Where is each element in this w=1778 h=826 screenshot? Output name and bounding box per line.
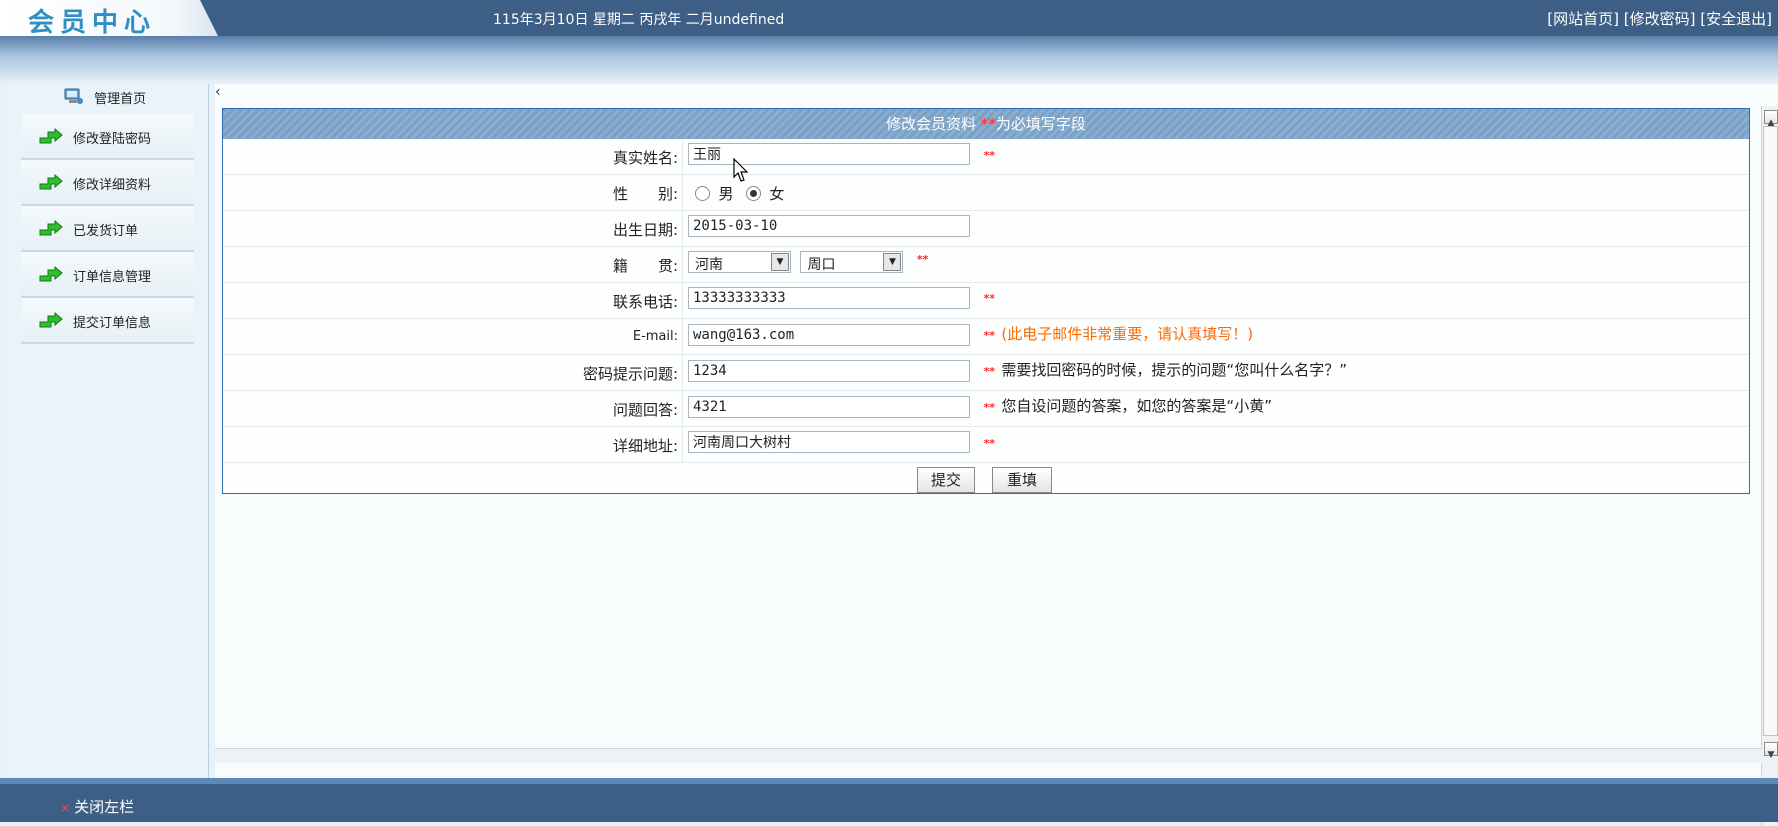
sidebar-item-label: 修改登陆密码	[73, 132, 152, 147]
site-home-link[interactable]: [网站首页]	[1547, 10, 1619, 28]
scrollbar-thumb[interactable]	[1763, 126, 1778, 736]
name-input[interactable]	[688, 143, 970, 165]
email-label: E-mail:	[632, 329, 678, 344]
city-value: 周口	[807, 257, 836, 273]
main-frame: ‹ 修改会员资料 **为必填写字段 真实姓名: ** 性 别: 男 女	[215, 84, 1778, 826]
computer-icon	[64, 88, 83, 104]
answer-hint: 您自设问题的答案，如您的答案是“小黄”	[1001, 397, 1272, 415]
bottom-bar: × 关闭左栏	[0, 778, 1778, 822]
close-sidebar-button[interactable]: × 关闭左栏	[60, 796, 134, 817]
question-hint: 需要找回密码的时候，提示的问题“您叫什么名字？”	[1001, 361, 1347, 379]
sidebar-item-submit-order[interactable]: 提交订单信息	[21, 298, 194, 344]
required-text: 为必填写字段	[995, 115, 1086, 133]
gender-option-male: 男	[718, 185, 734, 203]
question-label: 密码提示问题:	[582, 365, 678, 383]
sidebar-item-label: 已发货订单	[73, 224, 139, 239]
required-star: **	[983, 328, 995, 342]
mouse-cursor-icon	[733, 158, 749, 182]
form-row-origin: 籍 贯: 河南 ▼ 周口 ▼ **	[223, 247, 1749, 283]
province-value: 河南	[695, 257, 723, 273]
sidebar-item-label: 订单信息管理	[73, 270, 152, 285]
green-arrow-icon	[39, 312, 63, 328]
horizontal-scrollbar[interactable]	[215, 748, 1762, 763]
green-arrow-icon	[39, 128, 63, 144]
chevron-down-icon[interactable]: ▼	[883, 253, 902, 271]
required-star: **	[983, 364, 995, 378]
address-label: 详细地址:	[612, 437, 678, 455]
sidebar-item-shipped-orders[interactable]: 已发货订单	[21, 206, 194, 252]
sidebar: 管理首页 修改登陆密码 修改详细资料 已发货订单 订单信息管理 提交订单信息	[8, 84, 209, 778]
form-row-question: 密码提示问题: ** 需要找回密码的时候，提示的问题“您叫什么名字？”	[223, 355, 1749, 391]
scroll-down-icon[interactable]: ▼	[1764, 742, 1778, 760]
answer-input[interactable]	[688, 396, 970, 418]
required-star: **	[983, 436, 995, 450]
admin-home-link[interactable]: 管理首页	[64, 88, 146, 107]
chevron-down-icon[interactable]: ▼	[771, 253, 789, 271]
form-row-gender: 性 别: 男 女	[223, 175, 1749, 211]
sidebar-item-change-login-password[interactable]: 修改登陆密码	[21, 114, 194, 160]
required-mark: **	[980, 115, 996, 133]
scroll-up-icon[interactable]: ▲	[1764, 110, 1778, 128]
edit-member-form: 修改会员资料 **为必填写字段 真实姓名: ** 性 别: 男 女 出生日期:	[222, 108, 1750, 494]
sidebar-menu: 修改登陆密码 修改详细资料 已发货订单 订单信息管理 提交订单信息	[21, 114, 194, 344]
top-bar: 会员中心 115年3月10日 星期二 丙戌年 二月undefined [网站首页…	[0, 0, 1778, 36]
province-select[interactable]: 河南 ▼	[688, 251, 791, 273]
phone-label: 联系电话:	[612, 293, 678, 311]
city-select[interactable]: 周口 ▼	[800, 251, 904, 273]
email-hint: (此电子邮件非常重要，请认真填写！)	[1001, 325, 1254, 343]
reset-button[interactable]: 重填	[992, 467, 1052, 493]
top-links: [网站首页] [修改密码] [安全退出]	[1547, 8, 1772, 29]
form-actions: 提交 重填	[223, 463, 1749, 498]
form-row-name: 真实姓名: **	[223, 139, 1749, 175]
collapse-arrow-icon[interactable]: ‹	[215, 84, 221, 100]
change-password-link[interactable]: [修改密码]	[1624, 10, 1696, 28]
sidebar-item-label: 提交订单信息	[73, 316, 152, 331]
date-display: 115年3月10日 星期二 丙戌年 二月undefined	[493, 12, 785, 28]
required-star: **	[916, 252, 929, 266]
origin-label: 籍 贯:	[612, 257, 678, 275]
form-header: 修改会员资料 **为必填写字段	[223, 109, 1749, 139]
address-input[interactable]	[688, 431, 970, 453]
form-row-email: E-mail: ** (此电子邮件非常重要，请认真填写！)	[223, 319, 1749, 355]
submit-button[interactable]: 提交	[917, 467, 975, 493]
logo-area: 会员中心	[0, 0, 218, 36]
name-label: 真实姓名:	[612, 149, 678, 167]
phone-input[interactable]	[688, 287, 970, 309]
form-row-birthdate: 出生日期:	[223, 211, 1749, 247]
logo: 会员中心	[28, 8, 157, 38]
vertical-scrollbar[interactable]: ▲ ▼	[1761, 106, 1778, 826]
green-arrow-icon	[39, 174, 63, 190]
required-star: **	[983, 400, 995, 414]
gender-option-female: 女	[769, 185, 785, 203]
email-input[interactable]	[688, 324, 970, 346]
sidebar-item-order-management[interactable]: 订单信息管理	[21, 252, 194, 298]
gender-radio-female[interactable]	[745, 186, 761, 201]
birthdate-label: 出生日期:	[612, 221, 678, 239]
close-icon: ×	[60, 801, 71, 815]
required-star: **	[983, 148, 995, 162]
answer-label: 问题回答:	[612, 401, 678, 419]
sidebar-item-edit-details[interactable]: 修改详细资料	[21, 160, 194, 206]
close-sidebar-label: 关闭左栏	[74, 798, 135, 816]
logout-link[interactable]: [安全退出]	[1700, 10, 1772, 28]
gender-radio-male[interactable]	[695, 186, 710, 201]
form-row-phone: 联系电话: **	[223, 283, 1749, 319]
gender-label: 性 别:	[612, 185, 678, 203]
question-input[interactable]	[688, 360, 970, 382]
banner	[0, 36, 1778, 84]
green-arrow-icon	[39, 266, 63, 282]
required-star: **	[983, 291, 995, 305]
birthdate-input[interactable]	[688, 215, 970, 237]
admin-home-label: 管理首页	[94, 92, 147, 107]
sidebar-item-label: 修改详细资料	[73, 178, 152, 193]
form-title: 修改会员资料	[886, 115, 977, 133]
form-row-answer: 问题回答: ** 您自设问题的答案，如您的答案是“小黄”	[223, 391, 1749, 427]
green-arrow-icon	[39, 220, 63, 236]
form-row-address: 详细地址: **	[223, 427, 1749, 463]
